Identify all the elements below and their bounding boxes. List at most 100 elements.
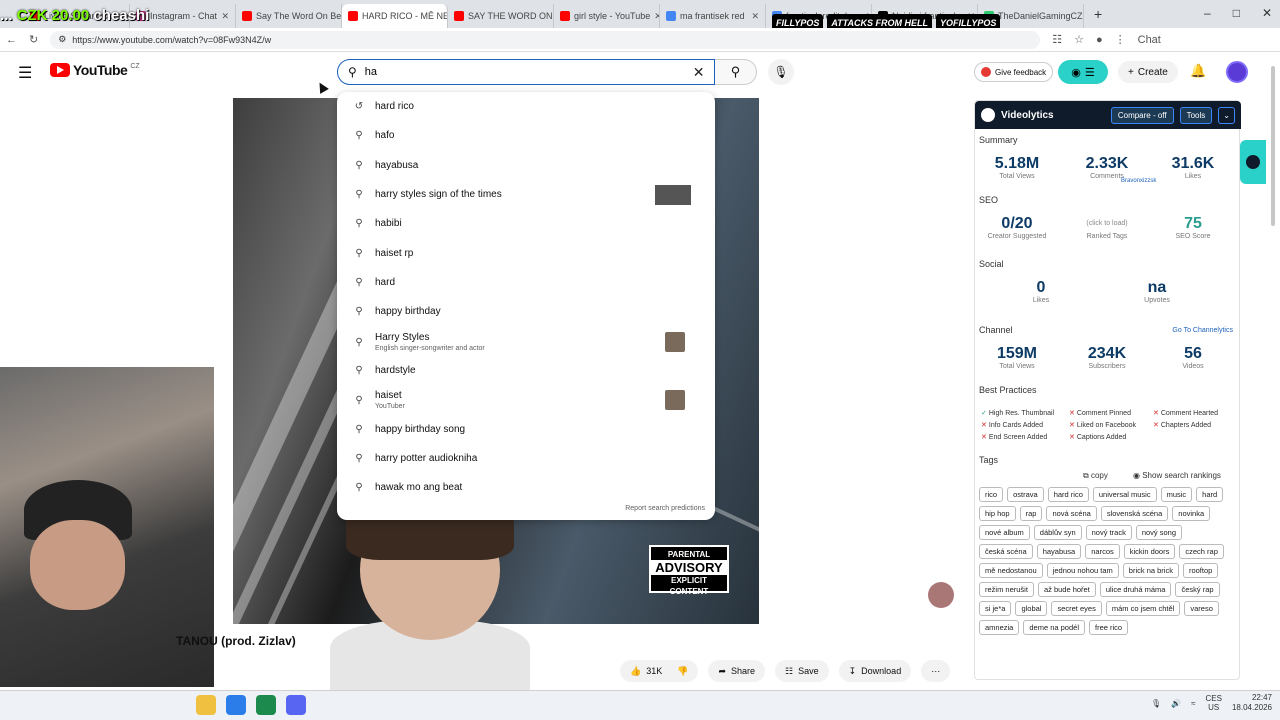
scrollbar-thumb[interactable] [1271, 66, 1275, 226]
tag-chip[interactable]: rico [979, 487, 1004, 502]
tag-chip[interactable]: amnezia [979, 620, 1020, 635]
share-button[interactable]: ➦ Share [708, 660, 766, 682]
suggestion-item[interactable]: ⚲ hafo [337, 130, 715, 141]
browser-tab[interactable]: ma frantisek red ✕ [660, 4, 766, 28]
tag-chip[interactable]: secret eyes [1051, 601, 1102, 616]
suggestion-item[interactable]: ⚲ hard [337, 277, 715, 288]
suggestion-item[interactable]: ⚲ Harry Styles English singer-songwriter a… [337, 332, 715, 352]
tag-chip[interactable]: slovenská scéna [1100, 506, 1169, 521]
tag-chip[interactable]: si je*a [979, 601, 1012, 616]
close-window-icon[interactable]: ✕ [1262, 6, 1272, 20]
wifi-icon[interactable]: ≈ [1191, 699, 1195, 708]
tag-chip[interactable]: global [1015, 601, 1048, 616]
tag-chip[interactable]: nový song [1135, 525, 1183, 540]
clear-search-icon[interactable]: ✕ [693, 64, 705, 81]
tag-chip[interactable]: mě nedostanou [979, 563, 1043, 578]
suggestion-item[interactable]: ⚲ haiset YouTuber [337, 390, 715, 410]
mic-tray-icon[interactable]: 🎙 [1151, 699, 1161, 708]
go-to-channelytics-link[interactable]: Go To Channelytics [1172, 327, 1233, 334]
report-predictions-link[interactable]: Report search predictions [625, 505, 705, 512]
discord-icon[interactable] [286, 695, 306, 715]
browser-tab[interactable]: Say The Word On Be✕ [236, 4, 342, 28]
tag-chip[interactable]: nové album [979, 525, 1030, 540]
floating-avatar[interactable] [928, 582, 954, 608]
tag-chip[interactable]: nový track [1085, 525, 1132, 540]
volume-icon[interactable]: 🔊 [1171, 699, 1181, 708]
menu-dots-icon[interactable]: ⋮ [1115, 33, 1126, 46]
tag-chip[interactable]: free rico [1088, 620, 1129, 635]
suggestion-item[interactable]: ⚲ habibi [337, 218, 715, 229]
youtube-logo[interactable]: YouTube CZ [50, 62, 140, 78]
tag-chip[interactable]: deme na podél [1023, 620, 1085, 635]
browser-tab[interactable]: HARD RICO - MĚ NE✕ [342, 4, 448, 28]
back-icon[interactable]: ← [6, 34, 17, 46]
tag-chip[interactable]: hard [1196, 487, 1224, 502]
thumbs-down-icon[interactable]: 👎 [677, 666, 688, 677]
browser-tab[interactable]: SAY THE WORD ON✕ [448, 4, 554, 28]
account-avatar[interactable] [1226, 61, 1248, 83]
page-scrollbar[interactable] [1268, 54, 1278, 226]
suggestion-item[interactable]: ⚲ hawak mo ang beat [337, 482, 715, 493]
tag-chip[interactable]: brick na brick [1122, 563, 1179, 578]
profile-icon[interactable]: ● [1096, 34, 1103, 46]
edge-browser-icon[interactable] [226, 695, 246, 715]
tag-chip[interactable]: vareso [1184, 601, 1219, 616]
tag-chip[interactable]: dáblův syn [1033, 525, 1082, 540]
tag-chip[interactable]: czech rap [1179, 544, 1224, 559]
minimize-icon[interactable]: – [1204, 6, 1211, 20]
language-indicator[interactable]: CES US [1206, 694, 1222, 712]
tag-chip[interactable]: až bude hořet [1037, 582, 1096, 597]
give-feedback-button[interactable]: Give feedback [974, 62, 1054, 82]
search-box[interactable]: ⚲ ✕ [337, 59, 715, 85]
suggestion-item[interactable]: ⚲ happy birthday song [337, 424, 715, 435]
tag-chip[interactable]: kickin doors [1123, 544, 1176, 559]
tag-chip[interactable]: music [1160, 487, 1193, 502]
search-button[interactable]: ⚲ [715, 59, 757, 85]
tag-chip[interactable]: mám co jsem chtěl [1105, 601, 1181, 616]
tag-chip[interactable]: universal music [1092, 487, 1157, 502]
download-button[interactable]: ↧ Download [838, 660, 912, 682]
tag-chip[interactable]: český rap [1175, 582, 1220, 597]
suggestion-item[interactable]: ⚲ happy birthday [337, 306, 715, 317]
tag-chip[interactable]: režim nerušit [979, 582, 1034, 597]
show-search-rankings-button[interactable]: ◉ Show search rankings [1133, 471, 1221, 480]
tag-chip[interactable]: česká scéna [979, 544, 1033, 559]
tag-chip[interactable]: rap [1019, 506, 1043, 521]
suggestion-item[interactable]: ⚲ harry styles sign of the times [337, 184, 715, 205]
notifications-bell-icon[interactable]: 🔔 [1190, 63, 1206, 79]
more-actions-button[interactable]: ⋯ [921, 660, 951, 682]
copy-tags-button[interactable]: ⧉ copy [1083, 471, 1108, 481]
maximize-icon[interactable]: □ [1233, 6, 1240, 20]
tag-chip[interactable]: ulice druhá máma [1099, 582, 1172, 597]
videolytics-side-tab[interactable] [1240, 140, 1266, 184]
save-button[interactable]: ☷ Save [775, 660, 829, 682]
tag-chip[interactable]: narcos [1085, 544, 1120, 559]
voice-search-mic-icon[interactable]: 🎙 [768, 59, 794, 85]
like-button[interactable]: 👍 31K 👎 [620, 660, 699, 682]
tag-chip[interactable]: hayabusa [1036, 544, 1082, 559]
tag-chip[interactable]: rooftop [1182, 563, 1219, 578]
tools-dropdown[interactable]: Tools [1179, 106, 1213, 124]
clock[interactable]: 22:47 18.04.2026 [1232, 693, 1272, 713]
chat-label[interactable]: Chat [1138, 34, 1161, 46]
compare-toggle-button[interactable]: Compare - off [1110, 106, 1174, 124]
close-tab-icon[interactable]: ✕ [221, 11, 229, 22]
tag-chip[interactable]: hard rico [1047, 487, 1089, 502]
suggestion-item[interactable]: ⚲ hayabusa [337, 160, 715, 171]
close-tab-icon[interactable]: ✕ [751, 11, 759, 22]
search-input[interactable] [364, 66, 685, 78]
create-button[interactable]: + Create [1118, 61, 1178, 83]
file-explorer-icon[interactable] [196, 695, 216, 715]
site-info-icon[interactable]: ⚙ [58, 34, 66, 45]
suggestion-item[interactable]: ⚲ hardstyle [337, 365, 715, 376]
url-field[interactable]: ⚙ https://www.youtube.com/watch?v=08Fw93N… [50, 30, 1041, 49]
tag-chip[interactable]: hip hop [979, 506, 1016, 521]
extensions-icon[interactable]: ☷ [1052, 33, 1062, 46]
reload-icon[interactable]: ↻ [29, 33, 38, 46]
chevron-down-icon[interactable]: ⌄ [1218, 106, 1235, 124]
app-green-icon[interactable] [256, 695, 276, 715]
tag-chip[interactable]: nová scéna [1046, 506, 1097, 521]
suggestion-item[interactable]: ⚲ harry potter audiokniha [337, 453, 715, 464]
tag-chip[interactable]: jednou nohou tam [1046, 563, 1119, 578]
suggestion-item[interactable]: ↺ hard rico [337, 101, 715, 112]
